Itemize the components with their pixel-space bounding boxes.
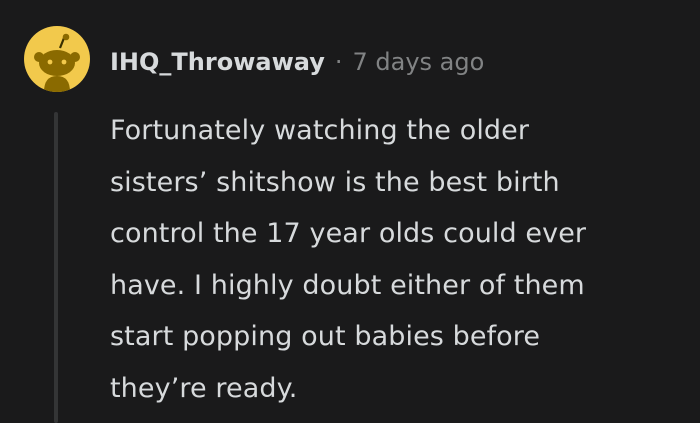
- snoo-avatar-icon[interactable]: [24, 26, 90, 92]
- comment-body-line: have. I highly doubt either of them: [110, 269, 585, 301]
- comment-body-line: they’re ready.: [110, 372, 298, 404]
- comment-body-line: start popping out babies before: [110, 321, 541, 352]
- comment: IHQ_Throwaway · 7 days ago Fortunately w…: [0, 0, 700, 423]
- meta-separator: ·: [334, 48, 343, 76]
- username-link[interactable]: IHQ_Throwaway: [110, 48, 325, 76]
- comment-timestamp[interactable]: 7 days ago: [352, 48, 484, 76]
- comment-body-line: sisters’ shitshow is the best birth: [110, 166, 560, 198]
- comment-body-line: Fortunately watching the older: [110, 115, 530, 146]
- comment-body: Fortunately watching the older sisters’ …: [110, 105, 680, 414]
- collapse-thread-line[interactable]: [54, 112, 58, 423]
- comment-body-line: control the 17 year olds could ever: [110, 218, 587, 249]
- comment-header: IHQ_Throwaway · 7 days ago: [110, 42, 484, 82]
